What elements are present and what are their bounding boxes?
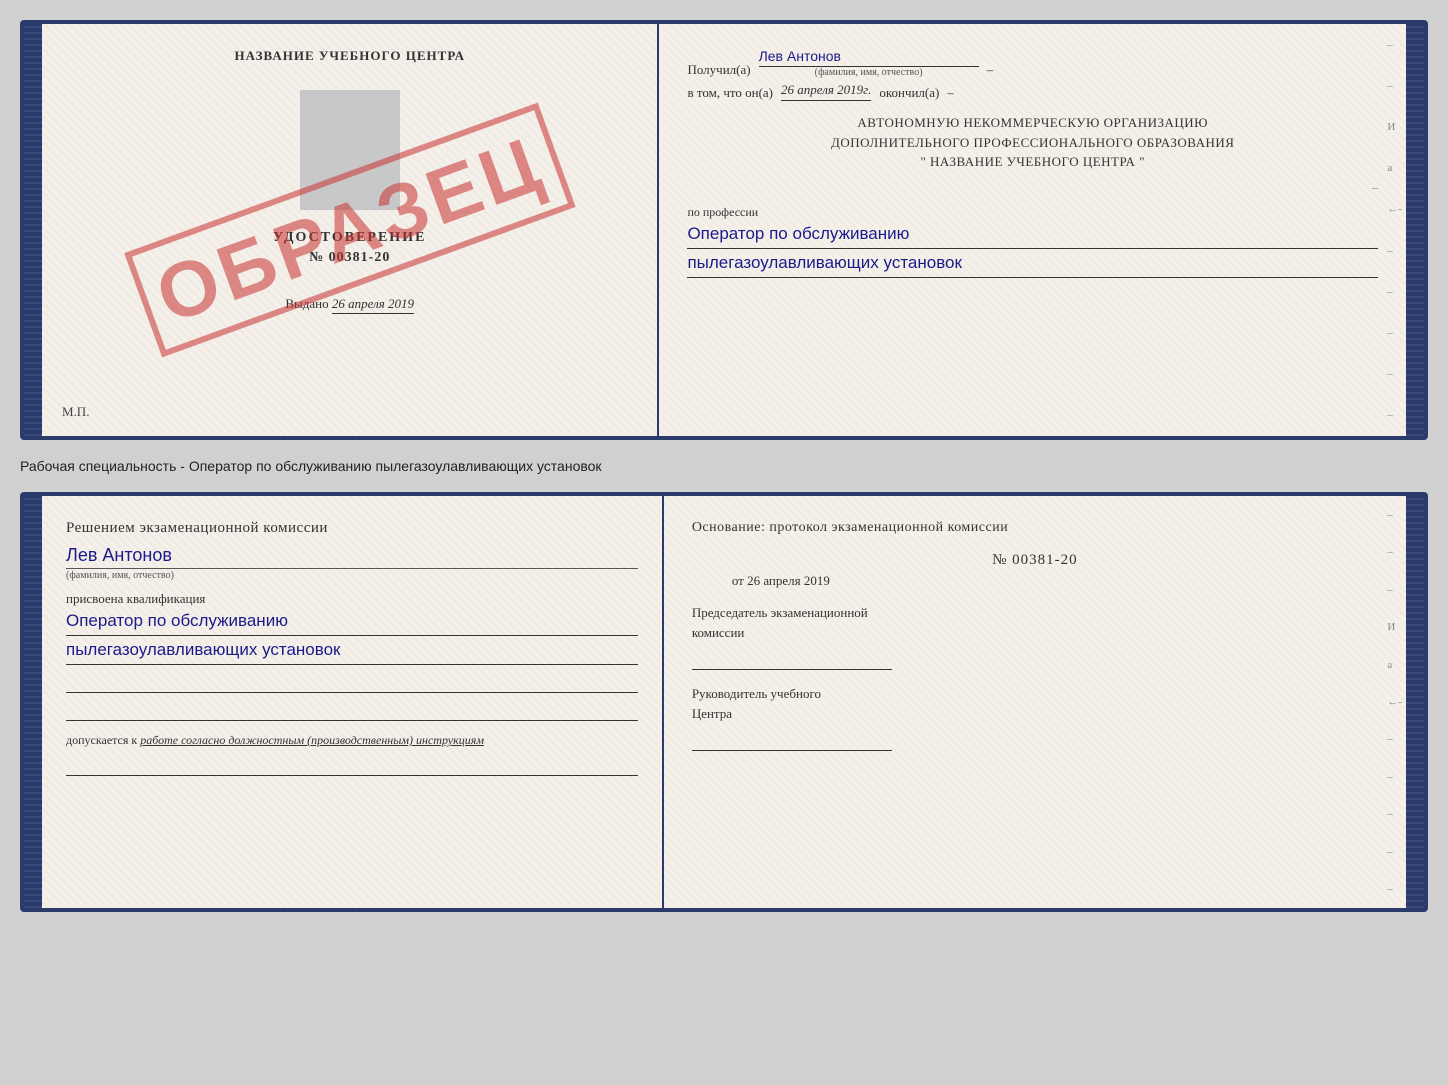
left-border-2 [24, 496, 42, 908]
protocol-date-row: от 26 апреля 2019 [732, 573, 1378, 589]
document-card-2: Решением экзаменационной комиссии Лев Ан… [20, 492, 1428, 912]
name-field-wrapper: Лев Антонов (фамилия, имя, отчество) [759, 48, 979, 78]
dopusk-value: работе согласно должностным (производств… [140, 733, 484, 747]
qualification-1: Оператор по обслуживанию [66, 611, 638, 636]
udostoverenie-number: № 00381-20 [309, 250, 390, 266]
left-border-1 [24, 24, 42, 436]
recipient-name: Лев Антонов [759, 48, 979, 67]
udostoverenie-label: УДОСТОВЕРЕНИЕ [273, 230, 426, 246]
vydano-date: 26 апреля 2019 [332, 296, 414, 314]
mp-label: М.П. [62, 404, 89, 420]
fio-sub: (фамилия, имя, отчество) [815, 67, 923, 78]
vtom-label: в том, что он(а) [687, 85, 773, 101]
page-wrapper: НАЗВАНИЕ УЧЕБНОГО ЦЕНТРА УДОСТОВЕРЕНИЕ №… [20, 20, 1428, 912]
right-border-1 [1406, 24, 1424, 436]
osnovaniye-title: Основание: протокол экзаменационной коми… [692, 520, 1378, 536]
profession-label: по профессии [687, 205, 1378, 220]
signature-line-1 [66, 673, 638, 693]
right-dashes-2: – – – И а ←- – – – – – [1387, 496, 1402, 908]
doc2-right: Основание: протокол экзаменационной коми… [664, 496, 1406, 908]
between-text: Рабочая специальность - Оператор по обсл… [20, 452, 1428, 480]
vtom-row: в том, что он(а) 26 апреля 2019г. окончи… [687, 82, 1378, 101]
school-name-1: НАЗВАНИЕ УЧЕБНОГО ЦЕНТРА [234, 48, 465, 64]
vtom-date: 26 апреля 2019г. [781, 82, 871, 101]
dash1: – [987, 62, 994, 78]
org-block: АВТОНОМНУЮ НЕКОММЕРЧЕСКУЮ ОРГАНИЗАЦИЮ ДО… [687, 113, 1378, 172]
rukovoditel-signature [692, 731, 892, 751]
predsedatel-section: Председатель экзаменационной комиссии [692, 603, 1378, 670]
photo-placeholder-1 [300, 90, 400, 210]
document-card-1: НАЗВАНИЕ УЧЕБНОГО ЦЕНТРА УДОСТОВЕРЕНИЕ №… [20, 20, 1428, 440]
profession-value-2: пылегазоулавливающих установок [687, 253, 1378, 278]
side-markers-1: – [687, 180, 1378, 195]
name-handwritten-2: Лев Антонов [66, 545, 638, 566]
poluchil-label: Получил(а) [687, 62, 750, 78]
vydano-label: Выдано 26 апреля 2019 [285, 296, 414, 312]
ot-label: от [732, 573, 744, 588]
doc-inner-1: НАЗВАНИЕ УЧЕБНОГО ЦЕНТРА УДОСТОВЕРЕНИЕ №… [42, 24, 1406, 436]
doc-right-1: Получил(а) Лев Антонов (фамилия, имя, от… [659, 24, 1406, 436]
doc2-left: Решением экзаменационной комиссии Лев Ан… [42, 496, 664, 908]
protocol-date: 26 апреля 2019 [747, 573, 830, 588]
doc-left-1: НАЗВАНИЕ УЧЕБНОГО ЦЕНТРА УДОСТОВЕРЕНИЕ №… [42, 24, 659, 436]
right-border-2 [1406, 496, 1424, 908]
right-dashes-1: – – И а ←- – – – – – [1387, 24, 1402, 436]
predsedatel-signature [692, 650, 892, 670]
dopuskaetsya-text: допускается к работе согласно должностны… [66, 733, 638, 748]
qualification-2: пылегазоулавливающих установок [66, 640, 638, 665]
name-block-2: Лев Антонов (фамилия, имя, отчество) [66, 545, 638, 581]
dash2: – [947, 85, 954, 101]
signature-line-3 [66, 756, 638, 776]
prisvoyena-label: присвоена квалификация [66, 591, 638, 607]
poluchil-row: Получил(а) Лев Антонов (фамилия, имя, от… [687, 48, 1378, 78]
resheniem-label: Решением экзаменационной комиссии [66, 520, 638, 537]
doc-inner-2: Решением экзаменационной комиссии Лев Ан… [42, 496, 1406, 908]
profession-value-1: Оператор по обслуживанию [687, 224, 1378, 249]
signature-line-2 [66, 701, 638, 721]
okonchil-label: окончил(а) [879, 85, 939, 101]
rukovoditel-section: Руководитель учебного Центра [692, 684, 1378, 751]
protocol-number: № 00381-20 [692, 552, 1378, 569]
name-sub-2: (фамилия, имя, отчество) [66, 568, 638, 581]
